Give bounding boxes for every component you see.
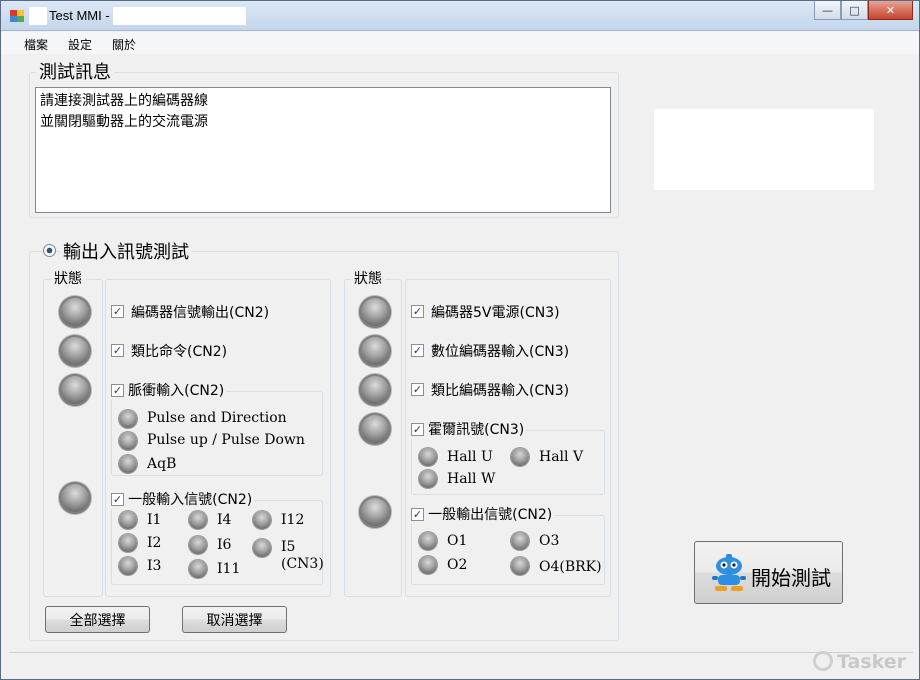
input-led-i11	[189, 560, 207, 578]
status-led-analog-encoder	[359, 374, 391, 406]
message-group-title: 測試訊息	[36, 58, 114, 84]
status-led-pulse-input	[59, 374, 91, 406]
pulse-mode-led-1	[119, 410, 137, 428]
input-i1: I1	[147, 512, 162, 528]
hall-w: Hall W	[447, 471, 496, 487]
status-bar	[9, 652, 913, 672]
checkbox-general-output[interactable]: ✓	[411, 507, 424, 521]
checkbox-analog-encoder[interactable]: ✓	[411, 383, 424, 396]
input-led-i4	[189, 511, 207, 529]
status-led-general-input	[59, 482, 91, 514]
message-textbox[interactable]: 請連接測試器上的編碼器線 並關閉驅動器上的交流電源	[35, 87, 611, 213]
output-o1: O1	[447, 533, 468, 549]
status-led-encoder-output	[59, 296, 91, 328]
pulse-mode-led-3	[119, 455, 137, 473]
start-test-label: 開始測試	[751, 566, 831, 590]
start-test-button[interactable]: 開始測試	[694, 541, 843, 604]
label-general-input: 一般輸入信號(CN2)	[128, 492, 253, 508]
hall-led-w	[419, 470, 437, 488]
status-led-hall	[359, 413, 391, 445]
title-redaction	[113, 7, 246, 25]
checkbox-pulse-input[interactable]: ✓	[111, 383, 124, 397]
checkbox-hall[interactable]: ✓	[411, 422, 424, 436]
status-led-encoder-5v	[359, 296, 391, 328]
menu-bar: 檔案 設定 關於	[1, 32, 919, 54]
checkbox-encoder-5v[interactable]: ✓	[411, 305, 424, 318]
label-digital-encoder: 數位編碼器輸入(CN3)	[431, 344, 570, 360]
status-led-analog-command	[59, 335, 91, 367]
menu-settings[interactable]: 設定	[68, 36, 92, 53]
left-status-label: 狀態	[51, 268, 85, 288]
right-status-label: 狀態	[351, 268, 385, 288]
input-i5: I5	[281, 539, 296, 555]
output-led-o4	[511, 557, 529, 575]
app-icon	[10, 10, 24, 22]
status-led-general-output	[359, 496, 391, 528]
hall-header: ✓ 霍爾訊號(CN3)	[409, 419, 527, 439]
label-encoder-output: 編碼器信號輸出(CN2)	[131, 305, 270, 321]
label-analog-command: 類比命令(CN2)	[131, 344, 228, 360]
status-led-digital-encoder	[359, 335, 391, 367]
label-pulse-input: 脈衝輸入(CN2)	[128, 383, 225, 399]
input-i2: I2	[147, 535, 162, 551]
robot-icon	[712, 554, 746, 591]
general-input-header: ✓ 一般輸入信號(CN2)	[109, 489, 255, 509]
input-led-i5	[253, 539, 271, 557]
output-o3: O3	[539, 533, 560, 549]
input-led-i3	[119, 557, 137, 575]
checkbox-digital-encoder[interactable]: ✓	[411, 344, 424, 357]
label-general-output: 一般輸出信號(CN2)	[428, 507, 553, 523]
input-i5-cn3: (CN3)	[281, 556, 324, 572]
general-output-header: ✓ 一般輸出信號(CN2)	[409, 504, 555, 524]
pulse-mode-1: Pulse and Direction	[147, 410, 287, 426]
window-title: Test MMI -	[49, 8, 110, 23]
close-button[interactable]: ✕	[868, 1, 913, 20]
maximize-button[interactable]: □	[841, 1, 868, 20]
checkbox-analog-command[interactable]: ✓	[111, 344, 124, 357]
output-led-o1	[419, 532, 437, 550]
title-redaction-left	[29, 7, 47, 25]
menu-file[interactable]: 檔案	[24, 36, 48, 53]
checkbox-general-input[interactable]: ✓	[111, 492, 124, 506]
pulse-mode-2: Pulse up / Pulse Down	[147, 432, 305, 448]
watermark-text: Tasker	[837, 651, 907, 673]
hall-v: Hall V	[539, 449, 584, 465]
output-o2: O2	[447, 557, 468, 573]
output-led-o2	[419, 556, 437, 574]
input-i4: I4	[217, 512, 232, 528]
input-i11: I11	[217, 561, 241, 577]
pulse-mode-led-2	[119, 432, 137, 450]
io-test-radio[interactable]	[43, 244, 56, 257]
hall-u: Hall U	[447, 449, 493, 465]
pulse-input-header: ✓ 脈衝輸入(CN2)	[109, 380, 227, 400]
menu-about[interactable]: 關於	[112, 36, 136, 53]
hall-led-u	[419, 448, 437, 466]
input-led-i2	[119, 534, 137, 552]
info-panel	[654, 109, 874, 190]
watermark-logo-icon	[813, 651, 833, 671]
input-i6: I6	[217, 537, 232, 553]
input-led-i12	[253, 511, 271, 529]
title-bar: Test MMI - — □ ✕	[1, 1, 919, 31]
label-encoder-5v: 編碼器5V電源(CN3)	[431, 305, 560, 321]
io-test-title: 輸出入訊號測試	[60, 238, 192, 264]
hall-led-v	[511, 448, 529, 466]
checkbox-encoder-output[interactable]: ✓	[111, 305, 124, 318]
minimize-button[interactable]: —	[814, 1, 841, 20]
pulse-mode-3: AqB	[147, 456, 177, 472]
output-o4-brk: O4(BRK)	[539, 559, 602, 575]
deselect-all-button[interactable]: 取消選擇	[182, 606, 287, 633]
output-led-o3	[511, 532, 529, 550]
input-i12: I12	[281, 512, 305, 528]
caption-buttons: — □ ✕	[814, 1, 913, 21]
input-led-i1	[119, 511, 137, 529]
label-analog-encoder: 類比編碼器輸入(CN3)	[431, 383, 570, 399]
input-led-i6	[189, 536, 207, 554]
main-window: Test MMI - — □ ✕ 檔案 設定 關於 測試訊息 請連接測試器上的編…	[0, 0, 920, 680]
input-i3: I3	[147, 558, 162, 574]
select-all-button[interactable]: 全部選擇	[45, 606, 150, 633]
label-hall: 霍爾訊號(CN3)	[428, 422, 525, 438]
